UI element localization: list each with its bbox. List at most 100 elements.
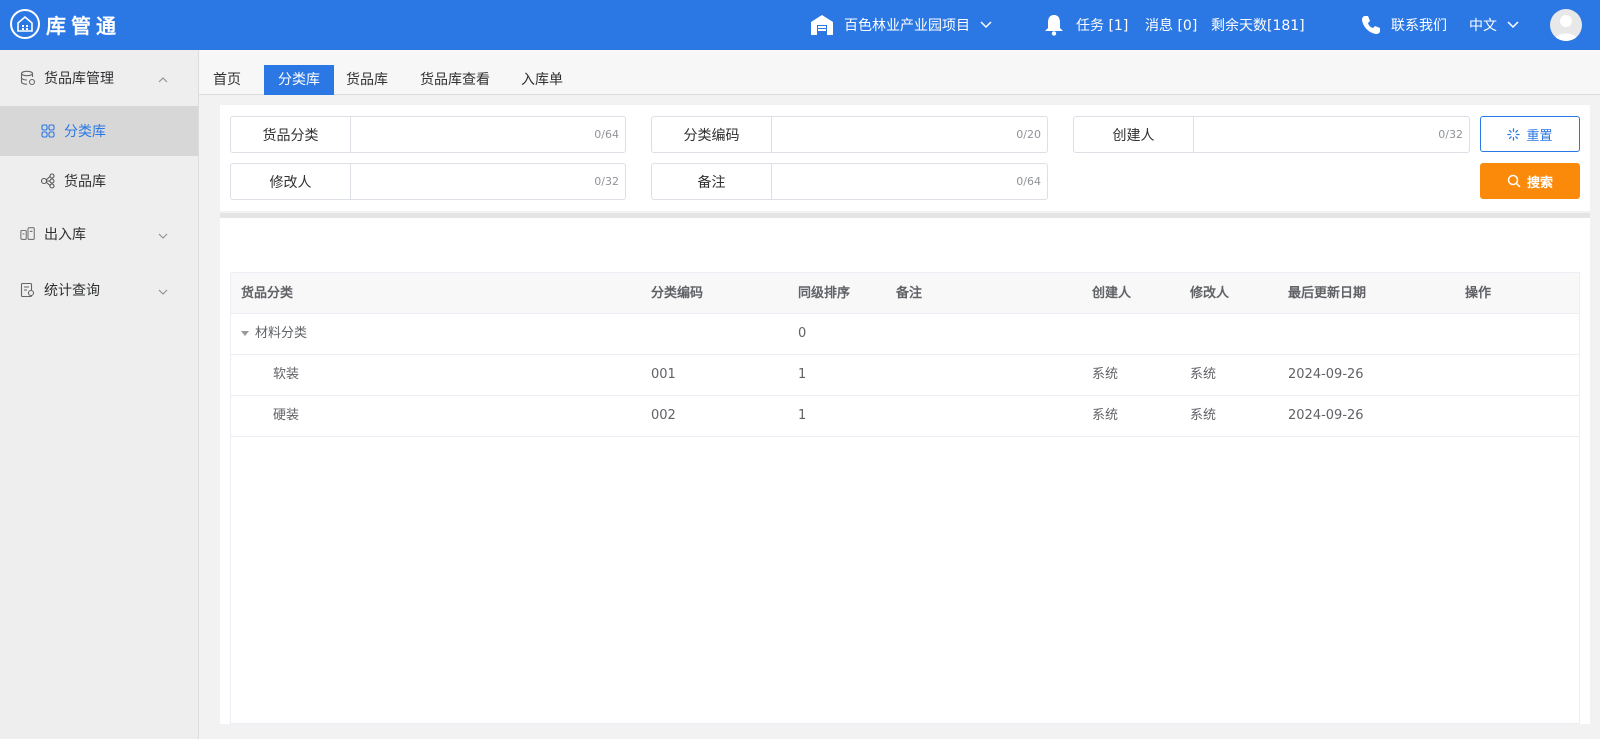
tab-goods-library[interactable]: 货品库 [346, 65, 388, 95]
col-category-code[interactable]: 分类编码 [651, 273, 703, 314]
loading-spinner-icon [1507, 127, 1521, 141]
filter-label: 创建人 [1074, 117, 1194, 152]
char-counter: 0/64 [1016, 175, 1041, 188]
chevron-down-icon [158, 227, 168, 243]
col-actions: 操作 [1465, 286, 1492, 301]
filter-label: 货品分类 [231, 117, 351, 152]
char-counter: 0/32 [1438, 128, 1463, 141]
app-name: 库管通 [46, 13, 121, 38]
sidebar-group-label: 统计查询 [44, 283, 100, 299]
category-table: 货品分类 分类编码 同级排序 备注 创建人 修改人 最后更新日期 操作 材料分类… [230, 272, 1580, 724]
tree-cell: 材料分类 [241, 314, 307, 354]
filter-remark: 备注 0/64 [651, 163, 1048, 200]
table-panel: 货品分类 分类编码 同级排序 备注 创建人 修改人 最后更新日期 操作 材料分类… [220, 218, 1590, 724]
char-counter: 0/20 [1016, 128, 1041, 141]
col-creator[interactable]: 创建人 [1092, 273, 1131, 314]
chevron-down-icon [1507, 21, 1519, 29]
chevron-down-icon [980, 21, 992, 29]
table-row[interactable]: 材料分类 0 [231, 314, 1579, 355]
category-name: 材料分类 [255, 326, 308, 341]
col-remark[interactable]: 备注 [896, 273, 922, 314]
cell-creator: 系统 [1092, 367, 1119, 382]
reset-label: 重置 [1526, 128, 1553, 144]
filter-category-code: 分类编码 0/20 [651, 116, 1048, 153]
char-counter: 0/64 [594, 128, 619, 141]
bell-icon [1044, 14, 1064, 36]
cell-creator: 系统 [1092, 408, 1119, 423]
sidebar-item-label: 货品库 [64, 174, 106, 190]
col-modifier[interactable]: 修改人 [1190, 273, 1229, 314]
remark-input[interactable]: 0/64 [772, 164, 1047, 199]
tab-goods-library-view[interactable]: 货品库查看 [420, 65, 490, 95]
sidebar-group-in-out[interactable]: 出入库 [0, 206, 198, 262]
search-label: 搜索 [1526, 175, 1553, 191]
sidebar-item-goods-library[interactable]: 货品库 [0, 156, 198, 206]
sidebar-group-label: 出入库 [44, 227, 86, 243]
grid-icon [40, 123, 56, 139]
filter-label: 备注 [652, 164, 772, 199]
cell-sort: 1 [798, 367, 807, 382]
warehouse-logo-icon [10, 9, 40, 39]
project-name: 百色林业产业园项目 [844, 18, 970, 34]
sidebar-group-label: 货品库管理 [44, 71, 114, 87]
cell-updated: 2024-09-26 [1288, 408, 1364, 423]
tasks-count: 任务 [1] [1076, 18, 1129, 34]
user-avatar[interactable] [1550, 9, 1582, 41]
tabs-bar: 首页 分类库 货品库 货品库查看 入库单 [199, 50, 1600, 95]
col-last-updated[interactable]: 最后更新日期 [1288, 273, 1366, 314]
col-goods-category[interactable]: 货品分类 [241, 273, 293, 314]
search-icon [1507, 174, 1521, 188]
sidebar: 货品库管理 分类库 货品库 出入库 统计查询 [0, 50, 199, 739]
creator-input[interactable]: 0/32 [1194, 117, 1469, 152]
sidebar-group-statistics[interactable]: 统计查询 [0, 262, 198, 318]
sidebar-group-goods-management[interactable]: 货品库管理 [0, 50, 198, 106]
tab-category-library[interactable]: 分类库 [264, 65, 334, 95]
project-selector[interactable]: 百色林业产业园项目 [810, 0, 992, 50]
cell-updated: 2024-09-26 [1288, 367, 1364, 382]
contact-us-link[interactable]: 联系我们 [1361, 0, 1447, 50]
category-name: 软装 [273, 367, 300, 382]
filter-label: 修改人 [231, 164, 351, 199]
report-icon [20, 282, 36, 298]
sidebar-item-label: 分类库 [64, 124, 106, 140]
filter-modifier: 修改人 0/32 [230, 163, 626, 200]
modifier-input[interactable]: 0/32 [351, 164, 625, 199]
warehouse-icon [810, 14, 834, 36]
col-sort-order[interactable]: 同级排序 [798, 273, 850, 314]
tasks-link[interactable]: 任务 [1] [1044, 0, 1128, 50]
table-row[interactable]: 软装 001 1 系统 系统 2024-09-26 [231, 355, 1579, 396]
chevron-up-icon [158, 71, 168, 87]
table-row[interactable]: 硬装 002 1 系统 系统 2024-09-26 [231, 396, 1579, 437]
char-counter: 0/32 [594, 175, 619, 188]
app-logo[interactable]: 库管通 [10, 9, 121, 39]
category-name: 硬装 [273, 408, 300, 423]
cell-code: 002 [651, 408, 676, 423]
contact-label: 联系我们 [1391, 18, 1447, 34]
filter-creator: 创建人 0/32 [1073, 116, 1470, 153]
remaining-days: 剩余天数[181] [1211, 0, 1305, 50]
messages-count: 消息 [0] [1145, 18, 1198, 34]
language-selector[interactable]: 中文 [1469, 0, 1519, 50]
cell-sort: 0 [798, 326, 807, 341]
category-code-input[interactable]: 0/20 [772, 117, 1047, 152]
filter-goods-category: 货品分类 0/64 [230, 116, 626, 153]
filter-panel: 货品分类 0/64 分类编码 0/20 创建人 0/32 修改人 0/32 备注… [220, 105, 1590, 211]
tab-home[interactable]: 首页 [211, 65, 243, 95]
main-content: 货品分类 0/64 分类编码 0/20 创建人 0/32 修改人 0/32 备注… [199, 95, 1600, 739]
goods-category-input[interactable]: 0/64 [351, 117, 625, 152]
database-icon [20, 70, 36, 86]
user-icon [1554, 15, 1578, 41]
phone-icon [1361, 15, 1381, 35]
language-label: 中文 [1469, 18, 1497, 34]
caret-down-icon[interactable] [241, 331, 249, 336]
messages-link[interactable]: 消息 [0] [1145, 0, 1197, 50]
tab-inbound-order[interactable]: 入库单 [521, 65, 563, 95]
top-header: 库管通 百色林业产业园项目 任务 [1] 消息 [0] 剩余天数[181] 联系… [0, 0, 1600, 50]
cell-code: 001 [651, 367, 676, 382]
reset-button[interactable]: 重置 [1480, 116, 1580, 152]
sidebar-item-category-library[interactable]: 分类库 [0, 106, 198, 156]
cell-modifier: 系统 [1190, 367, 1217, 382]
cell-sort: 1 [798, 408, 807, 423]
cell-modifier: 系统 [1190, 408, 1217, 423]
search-button[interactable]: 搜索 [1480, 163, 1580, 199]
